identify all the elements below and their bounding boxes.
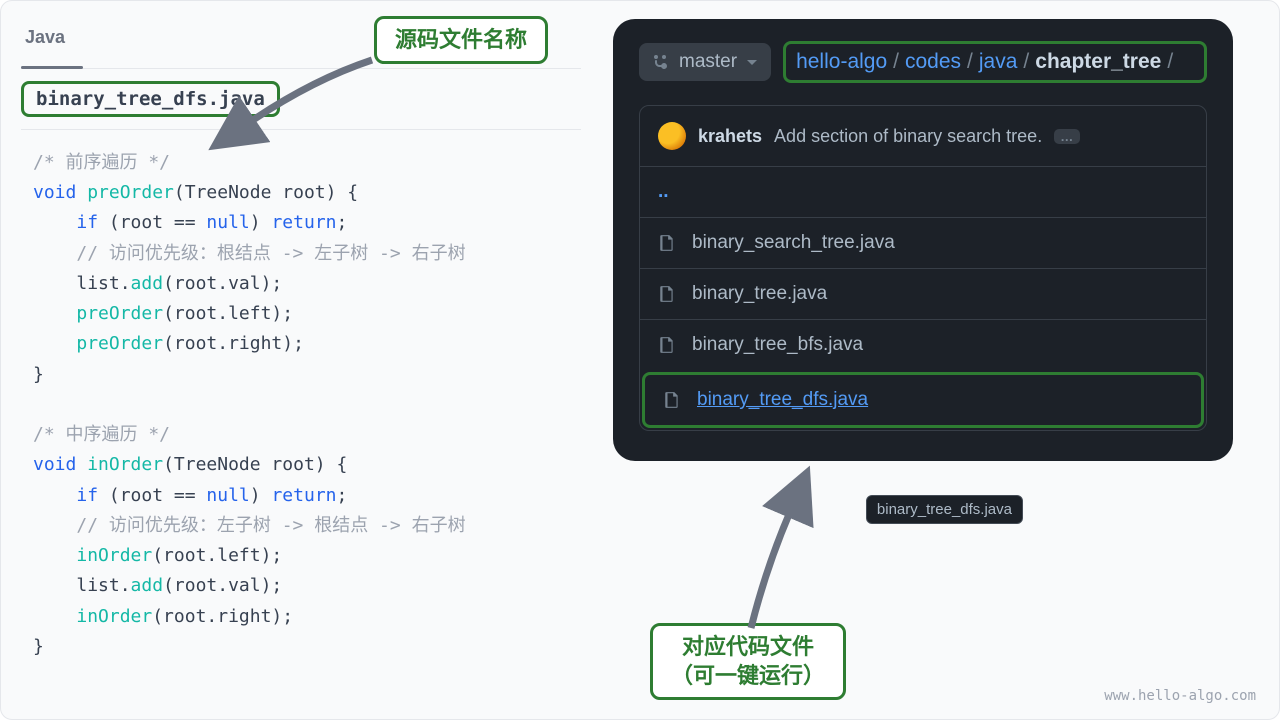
git-branch-icon: [653, 54, 669, 70]
kw-return: return: [271, 212, 336, 233]
kw-return: return: [271, 485, 336, 506]
avatar: [658, 122, 686, 150]
branch-name: master: [679, 51, 737, 73]
kw-if: if: [76, 212, 98, 233]
file-list: .. binary_search_tree.java binary_tree.j…: [639, 167, 1207, 431]
kw-void: void: [33, 182, 76, 203]
code-text: list.: [76, 273, 130, 294]
code-text: ): [250, 212, 272, 233]
github-card: master hello-algo / codes / java / chapt…: [613, 19, 1233, 461]
file-row[interactable]: binary_search_tree.java: [640, 217, 1206, 268]
file-name: binary_tree_dfs.java: [697, 389, 868, 411]
fn-inorder: inOrder: [87, 454, 163, 475]
code-text: ): [250, 485, 272, 506]
fn-preorder: preOrder: [87, 182, 174, 203]
branch-selector-button[interactable]: master: [639, 43, 771, 81]
file-icon: [658, 285, 676, 303]
fn-add: add: [131, 273, 164, 294]
code-block: /* 前序遍历 */ void preOrder(TreeNode root) …: [21, 130, 581, 680]
breadcrumb-separator: /: [1023, 50, 1029, 74]
chevron-down-icon: [747, 60, 757, 65]
code-text: list.: [76, 575, 130, 596]
file-icon: [658, 234, 676, 252]
file-row-highlighted[interactable]: binary_tree_dfs.java: [642, 372, 1204, 428]
code-semi: ;: [337, 212, 348, 233]
code-text: (root.val);: [163, 273, 282, 294]
code-panel: Java binary_tree_dfs.java /* 前序遍历 */ voi…: [21, 19, 581, 701]
code-comment: // 访问优先级：根结点 -> 左子树 -> 右子树: [76, 243, 465, 264]
kw-null: null: [206, 485, 249, 506]
breadcrumb-link[interactable]: codes: [905, 50, 961, 74]
code-text: (root.right);: [163, 333, 304, 354]
fn-call: preOrder: [76, 303, 163, 324]
repo-panel: master hello-algo / codes / java / chapt…: [613, 19, 1233, 701]
code-comment: /* 前序遍历 */: [33, 152, 170, 173]
ellipsis-button[interactable]: …: [1054, 129, 1080, 144]
code-comment: // 访问优先级：左子树 -> 根结点 -> 右子树: [76, 515, 465, 536]
fn-call: preOrder: [76, 333, 163, 354]
hover-tooltip: binary_tree_dfs.java: [866, 495, 1023, 524]
breadcrumb: hello-algo / codes / java / chapter_tree…: [783, 41, 1207, 83]
breadcrumb-separator: /: [893, 50, 899, 74]
breadcrumb-current: chapter_tree: [1035, 50, 1161, 74]
filename-chip: binary_tree_dfs.java: [21, 81, 280, 117]
breadcrumb-link[interactable]: java: [979, 50, 1018, 74]
file-icon: [658, 336, 676, 354]
commit-message: Add section of binary search tree.: [774, 126, 1042, 147]
brace-close: }: [33, 364, 44, 385]
file-row[interactable]: binary_tree.java: [640, 268, 1206, 319]
fn-add: add: [131, 575, 164, 596]
filename-row: binary_tree_dfs.java: [21, 69, 581, 130]
watermark: www.hello-algo.com: [1104, 688, 1256, 704]
code-text: (root.right);: [152, 606, 293, 627]
repo-header: master hello-algo / codes / java / chapt…: [639, 41, 1207, 83]
code-text: (root ==: [98, 485, 206, 506]
breadcrumb-link[interactable]: hello-algo: [796, 50, 887, 74]
parent-directory-link[interactable]: ..: [640, 167, 1206, 217]
callout-codefile: 对应代码文件 （可一键运行）: [650, 623, 846, 700]
callout-line-1: 对应代码文件: [671, 632, 825, 662]
brace-close: }: [33, 636, 44, 657]
fn-call: inOrder: [76, 606, 152, 627]
code-text: (TreeNode root) {: [163, 454, 347, 475]
tab-underline: [21, 66, 83, 69]
callout-line-2: （可一键运行）: [671, 661, 825, 691]
code-semi: ;: [337, 485, 348, 506]
fn-call: inOrder: [76, 545, 152, 566]
callout-filename: 源码文件名称: [374, 16, 548, 64]
kw-null: null: [206, 212, 249, 233]
file-icon: [663, 391, 681, 409]
commit-author: krahets: [698, 126, 762, 147]
code-text: (root.left);: [163, 303, 293, 324]
latest-commit-row[interactable]: krahets Add section of binary search tre…: [639, 105, 1207, 167]
breadcrumb-separator: /: [967, 50, 973, 74]
file-row[interactable]: binary_tree_bfs.java: [640, 319, 1206, 370]
kw-if: if: [76, 485, 98, 506]
file-name: binary_tree.java: [692, 283, 827, 305]
tab-java[interactable]: Java: [21, 27, 69, 58]
code-text: (root.left);: [152, 545, 282, 566]
code-text: (root.val);: [163, 575, 282, 596]
code-text: (root ==: [98, 212, 206, 233]
code-comment: /* 中序遍历 */: [33, 424, 170, 445]
code-text: (TreeNode root) {: [174, 182, 358, 203]
file-name: binary_tree_bfs.java: [692, 334, 863, 356]
breadcrumb-separator: /: [1167, 50, 1173, 74]
kw-void: void: [33, 454, 76, 475]
file-name: binary_search_tree.java: [692, 232, 895, 254]
updir-label: ..: [658, 181, 669, 203]
